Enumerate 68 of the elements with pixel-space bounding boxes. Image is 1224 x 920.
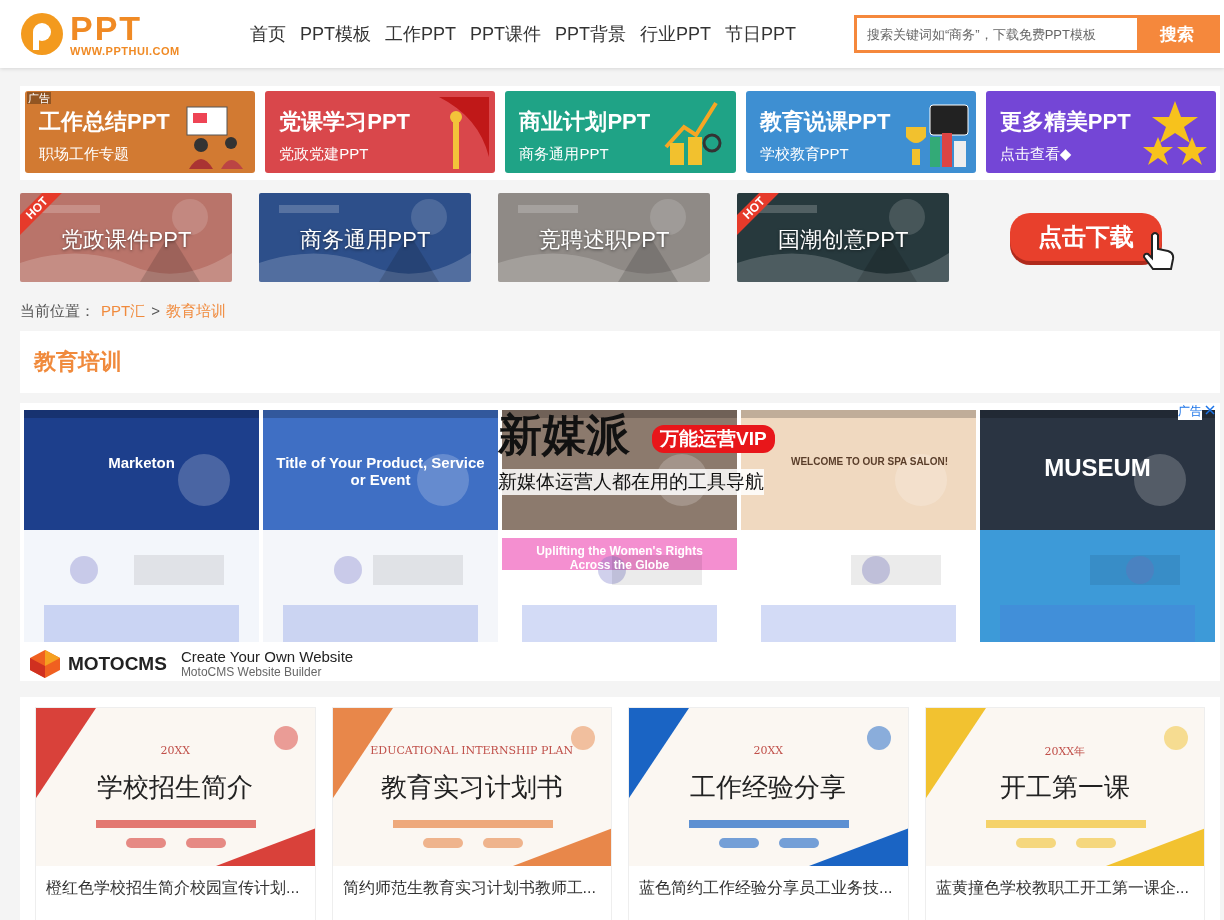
thumbnail-subtitle: EDUCATIONAL INTERNSHIP PLAN: [369, 744, 575, 757]
section-title: 教育培训: [34, 348, 122, 376]
template-card[interactable]: 20XX 工作经验分享 蓝色简约工作经验分享员工业务技...: [628, 707, 909, 920]
close-icon[interactable]: [1204, 404, 1216, 416]
banner-subtitle: 党政党建PPT: [279, 145, 370, 164]
hexagon-logo-icon: [28, 648, 62, 679]
banner-title: 商务通用PPT: [298, 225, 432, 254]
brand-name: MOTOCMS: [68, 652, 167, 675]
nav-link[interactable]: 首页: [250, 22, 286, 46]
ad-tag: 广告: [27, 92, 51, 104]
thumbnail-title: 教育实习计划书: [379, 771, 564, 804]
banner-title: 更多精美PPT: [999, 108, 1132, 136]
hand-cursor-icon: [1142, 231, 1176, 273]
logo-wordmark: PPT: [70, 11, 143, 45]
breadcrumb-separator: >: [151, 302, 160, 321]
breadcrumb-label: 当前位置：: [20, 302, 95, 321]
flag-drawing: [439, 97, 490, 169]
ad-thumbnail-headline: WELCOME TO OUR SPA SALON!: [791, 456, 950, 467]
nav-link[interactable]: 节日PPT: [725, 22, 797, 46]
trophy-books-drawing: [905, 104, 969, 167]
card-title[interactable]: 蓝黄撞色学校教职工开工第一课企...: [925, 866, 1204, 911]
nav-link[interactable]: 行业PPT: [640, 22, 712, 46]
logo-url: WWW.PPTHUI.COM: [70, 45, 180, 57]
category-banner[interactable]: 商务通用PPT: [259, 192, 471, 282]
thumbnail-title: 开工第一课: [998, 771, 1131, 804]
thumbnail-title: 学校招生简介: [96, 771, 255, 804]
thumbnail-subtitle: 20XX: [159, 744, 192, 757]
nav-link[interactable]: PPT背景: [555, 22, 627, 46]
ad-subheadline: MotoCMS Website Builder: [180, 665, 323, 679]
logo-mark-icon: [20, 12, 64, 56]
promo-banner[interactable]: 广告 工作总结PPT 职场工作专题: [25, 91, 256, 173]
coins-chart-drawing: [664, 101, 722, 165]
banner-subtitle: 点击查看◆: [999, 145, 1073, 164]
template-card[interactable]: 20XX年 开工第一课 蓝黄撞色学校教职工开工第一课企...: [924, 707, 1205, 920]
promo-banner[interactable]: 更多精美PPT 点击查看◆: [985, 91, 1216, 173]
card-title[interactable]: 蓝色简约工作经验分享员工业务技...: [629, 866, 908, 911]
banner-title: 竞聘述职PPT: [537, 225, 671, 254]
people-drawing: [186, 106, 244, 169]
banner-title: 教育说课PPT: [759, 108, 892, 136]
banner-title: 党政课件PPT: [59, 225, 193, 254]
card-title[interactable]: 简约师范生教育实习计划书教师工...: [332, 866, 611, 911]
vip-badge: 万能运营VIP: [652, 425, 775, 453]
ad-tag: 广告: [1178, 403, 1202, 420]
thumbnail-subtitle: 20XX: [752, 744, 785, 757]
banner-title: 工作总结PPT: [39, 108, 171, 136]
template-card[interactable]: 20XX 学校招生简介 橙红色学校招生简介校园宣传计划...: [35, 707, 316, 920]
ad-panel[interactable]: [20, 403, 1220, 681]
ad-thumbnail-headline: MUSEUM: [1043, 454, 1152, 482]
overlay-subtitle: 新媒体运营人都在用的工具导航: [498, 469, 764, 495]
nav-link[interactable]: 工作PPT: [385, 22, 457, 46]
template-card[interactable]: EDUCATIONAL INTERNSHIP PLAN 教育实习计划书 简约师范生教育实习计划书教师工...: [331, 707, 612, 920]
ad-thumbnail-headline: Marketon: [107, 454, 176, 471]
banner-subtitle: 学校教育PPT: [759, 145, 850, 164]
thumbnail-title: 工作经验分享: [689, 771, 848, 804]
banner-title: 党课学习PPT: [279, 108, 411, 136]
ad-headline: Create Your Own Website: [180, 648, 354, 665]
card-title[interactable]: 橙红色学校招生简介校园宣传计划...: [36, 866, 315, 911]
stars-drawing: [1143, 101, 1207, 165]
nav-link[interactable]: PPT课件: [470, 22, 542, 46]
ad-thumbnail-headline: Uplifting the Women's Rights Across the Globe: [535, 544, 704, 572]
banner-title: 国潮创意PPT: [776, 225, 910, 254]
banner-title: 商业计划PPT: [519, 108, 652, 136]
ad-thumbnail-headline: Title of Your Product, Service or Event: [275, 454, 486, 488]
banner-subtitle: 职场工作专题: [39, 145, 130, 164]
banner-subtitle: 商务通用PPT: [519, 145, 610, 164]
nav-link[interactable]: PPT模板: [300, 22, 371, 46]
promo-banner[interactable]: 党课学习PPT 党政党建PPT: [265, 91, 496, 173]
thumbnail-subtitle: 20XX年: [1043, 744, 1087, 759]
